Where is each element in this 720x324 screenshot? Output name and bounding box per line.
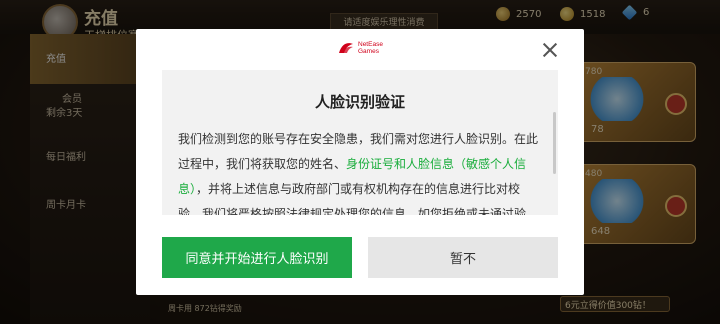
dialog-title: 人脸识别验证 <box>314 93 405 111</box>
dialog-content[interactable]: 人脸识别验证 我们检测到您的账号存在安全隐患，我们需对您进行人脸识别。在此过程中… <box>162 70 558 215</box>
close-icon[interactable] <box>540 40 560 60</box>
content-scrollbar[interactable] <box>553 112 556 174</box>
netease-logo: NetEase Games <box>338 40 383 56</box>
dialog-paragraph: 我们检测到您的账号存在安全隐患，我们需对您进行人脸识别。在此过程中，我们将获取您… <box>178 127 538 215</box>
logo-line-2: Games <box>358 48 379 55</box>
logo-text: NetEase Games <box>358 41 383 55</box>
netease-logo-icon <box>339 43 353 53</box>
face-verification-dialog: NetEase Games 人脸识别验证 我们检测到您的账号存在安全隐患，我们需… <box>136 29 584 295</box>
not-now-button[interactable]: 暂不 <box>368 237 558 278</box>
paragraph-text-2: ，并将上述信息与政府部门或有权机构存在的信息进行比对校验。我们将严格按照法律规定… <box>178 182 527 215</box>
logo-line-1: NetEase <box>358 41 383 48</box>
agree-start-face-recognition-button[interactable]: 同意并开始进行人脸识别 <box>162 237 352 278</box>
